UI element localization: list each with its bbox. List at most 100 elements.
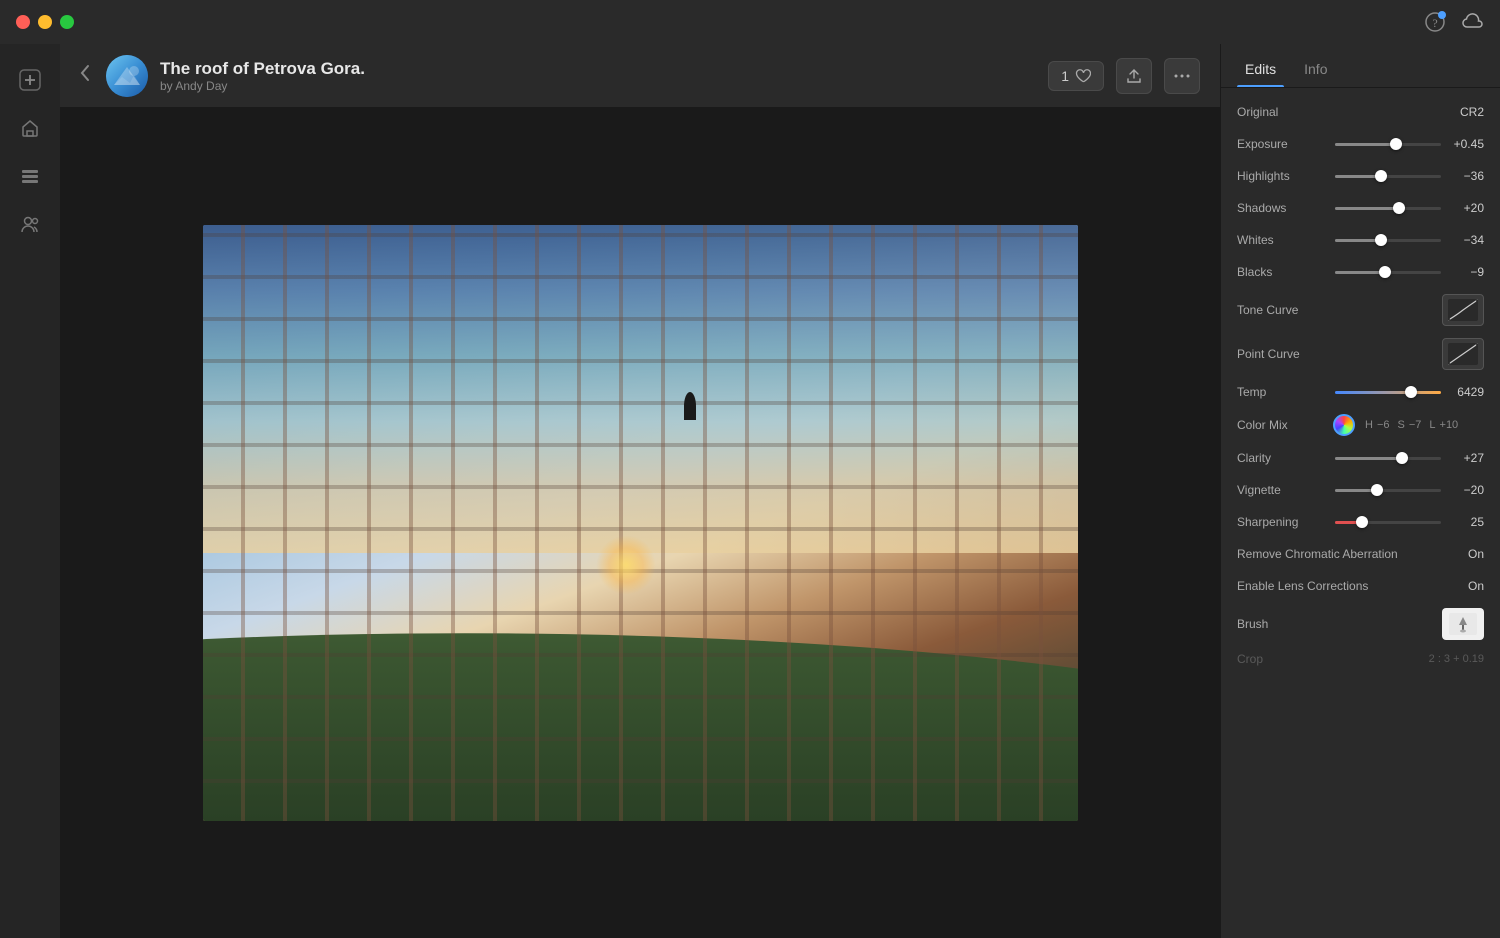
shadows-slider[interactable] <box>1335 207 1441 210</box>
more-options-button[interactable] <box>1164 58 1200 94</box>
shadows-label: Shadows <box>1237 201 1327 215</box>
highlights-slider[interactable] <box>1335 175 1441 178</box>
sidebar <box>0 44 60 938</box>
blacks-label: Blacks <box>1237 265 1327 279</box>
whites-value: −34 <box>1449 233 1484 247</box>
point-curve-button[interactable] <box>1442 338 1484 370</box>
tone-curve-button[interactable] <box>1442 294 1484 326</box>
exposure-label: Exposure <box>1237 137 1327 151</box>
sidebar-item-people[interactable] <box>10 204 50 244</box>
close-button[interactable] <box>16 15 30 29</box>
sharpening-thumb[interactable] <box>1356 516 1368 528</box>
sharpening-label: Sharpening <box>1237 515 1327 529</box>
highlights-row: Highlights −36 <box>1221 160 1500 192</box>
notification-dot <box>1438 11 1446 19</box>
vignette-row: Vignette −20 <box>1221 474 1500 506</box>
figure-silhouette <box>684 392 696 420</box>
sharpening-row: Sharpening 25 <box>1221 506 1500 538</box>
cloud-sync-icon[interactable] <box>1462 11 1484 33</box>
sidebar-item-library[interactable] <box>10 156 50 196</box>
like-button[interactable]: 1 <box>1048 61 1104 91</box>
shadows-thumb[interactable] <box>1393 202 1405 214</box>
whites-thumb[interactable] <box>1375 234 1387 246</box>
exposure-fill <box>1335 143 1396 146</box>
photo-title-block: The roof of Petrova Gora. by Andy Day <box>160 59 365 93</box>
color-mix-row: Color Mix H −6 S −7 L +10 <box>1221 408 1500 442</box>
color-mix-circle[interactable] <box>1333 414 1355 436</box>
chromatic-label: Remove Chromatic Aberration <box>1237 547 1441 561</box>
back-button[interactable] <box>80 64 90 87</box>
photo-container <box>203 225 1078 821</box>
sidebar-item-home[interactable] <box>10 108 50 148</box>
maximize-button[interactable] <box>60 15 74 29</box>
whites-label: Whites <box>1237 233 1327 247</box>
photo-logo <box>106 55 148 97</box>
clarity-row: Clarity +27 <box>1221 442 1500 474</box>
photo-title: The roof of Petrova Gora. <box>160 59 365 79</box>
chromatic-value: On <box>1449 547 1484 561</box>
titlebar-actions: ? <box>1424 11 1484 33</box>
brush-row: Brush <box>1221 602 1500 646</box>
blacks-value: −9 <box>1449 265 1484 279</box>
exposure-thumb[interactable] <box>1390 138 1402 150</box>
temp-row: Temp 6429 <box>1221 376 1500 408</box>
crop-label: Crop <box>1237 652 1263 666</box>
main-content: The roof of Petrova Gora. by Andy Day 1 <box>60 44 1220 938</box>
sharpening-slider[interactable] <box>1335 521 1441 524</box>
exposure-value: +0.45 <box>1449 137 1484 151</box>
shadows-value: +20 <box>1449 201 1484 215</box>
temp-label: Temp <box>1237 385 1327 399</box>
temp-value: 6429 <box>1449 385 1484 399</box>
whites-slider[interactable] <box>1335 239 1441 242</box>
exposure-row: Exposure +0.45 <box>1221 128 1500 160</box>
highlights-label: Highlights <box>1237 169 1327 183</box>
clarity-slider[interactable] <box>1335 457 1441 460</box>
svg-text:?: ? <box>1432 16 1437 30</box>
brush-label: Brush <box>1237 617 1327 631</box>
color-mix-h-value: −6 <box>1377 419 1390 431</box>
color-mix-values: H −6 S −7 L +10 <box>1365 419 1458 431</box>
highlights-thumb[interactable] <box>1375 170 1387 182</box>
photo-header-actions: 1 <box>1048 58 1200 94</box>
point-curve-row: Point Curve <box>1221 332 1500 376</box>
exposure-slider[interactable] <box>1335 143 1441 146</box>
clarity-label: Clarity <box>1237 451 1327 465</box>
help-icon[interactable]: ? <box>1424 11 1446 33</box>
photo-header: The roof of Petrova Gora. by Andy Day 1 <box>60 44 1220 108</box>
clarity-fill <box>1335 457 1402 460</box>
traffic-lights <box>16 15 74 29</box>
blacks-slider[interactable] <box>1335 271 1441 274</box>
temp-slider[interactable] <box>1335 391 1441 394</box>
share-button[interactable] <box>1116 58 1152 94</box>
brush-button[interactable] <box>1442 608 1484 640</box>
vignette-thumb[interactable] <box>1371 484 1383 496</box>
tab-edits[interactable]: Edits <box>1237 51 1284 87</box>
sidebar-item-add[interactable] <box>10 60 50 100</box>
lens-corrections-row: Enable Lens Corrections On <box>1221 570 1500 602</box>
vignette-slider[interactable] <box>1335 489 1441 492</box>
color-mix-h-label: H <box>1365 419 1373 431</box>
color-mix-s-value: −7 <box>1409 419 1422 431</box>
vignette-label: Vignette <box>1237 483 1327 497</box>
minimize-button[interactable] <box>38 15 52 29</box>
chromatic-aberration-row: Remove Chromatic Aberration On <box>1221 538 1500 570</box>
crop-value: 2 : 3 + 0.19 <box>1429 653 1484 665</box>
clarity-thumb[interactable] <box>1396 452 1408 464</box>
color-mix-l-label: L <box>1429 419 1435 431</box>
original-row: Original CR2 <box>1221 96 1500 128</box>
right-panel: Edits Info Original CR2 Exposure +0.45 H… <box>1220 44 1500 938</box>
lens-label: Enable Lens Corrections <box>1237 579 1441 593</box>
color-mix-label: Color Mix <box>1237 418 1327 432</box>
blacks-thumb[interactable] <box>1379 266 1391 278</box>
blacks-row: Blacks −9 <box>1221 256 1500 288</box>
titlebar: ? <box>0 0 1500 44</box>
tone-curve-label: Tone Curve <box>1237 303 1327 317</box>
vignette-value: −20 <box>1449 483 1484 497</box>
point-curve-label: Point Curve <box>1237 347 1327 361</box>
crop-row: Crop 2 : 3 + 0.19 <box>1221 646 1500 672</box>
structure-overlay <box>203 225 1078 821</box>
like-count: 1 <box>1061 68 1069 84</box>
temp-thumb[interactable] <box>1405 386 1417 398</box>
tab-info[interactable]: Info <box>1296 51 1335 87</box>
photo-area <box>60 108 1220 938</box>
